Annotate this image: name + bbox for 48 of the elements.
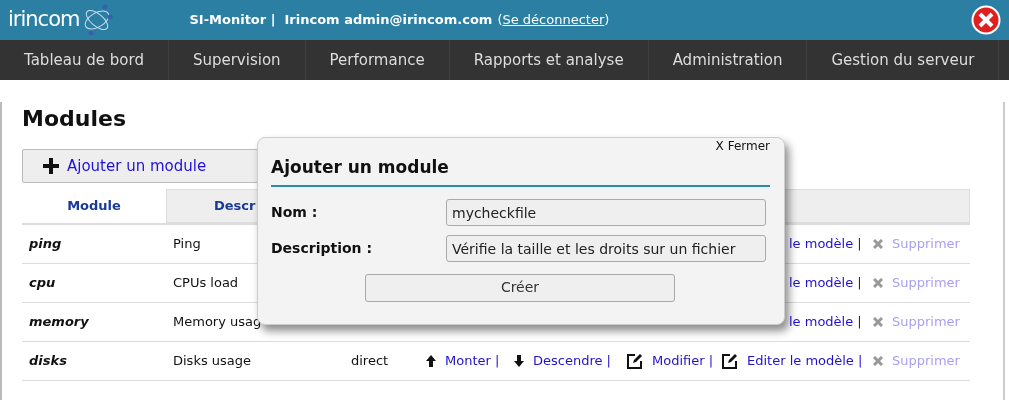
action-link[interactable]: le modèle | bbox=[789, 312, 862, 332]
action-link[interactable]: Editer le modèle | bbox=[747, 351, 863, 371]
column-label: Descr bbox=[214, 197, 256, 216]
text-input-field[interactable]: Vérifie la taille et les droits sur un fichier bbox=[446, 235, 766, 262]
module-name: memory bbox=[29, 314, 89, 330]
delete-icon bbox=[873, 278, 883, 288]
nav-item[interactable]: Administration bbox=[648, 40, 808, 80]
module-mode: direct bbox=[350, 352, 390, 371]
app-name: SI-Monitor | bbox=[189, 11, 276, 30]
action-link[interactable]: Descendre | bbox=[533, 351, 611, 371]
down-arrow-icon bbox=[514, 355, 524, 367]
create-button[interactable]: Créer bbox=[365, 273, 675, 302]
dialog-title: Ajouter un module bbox=[271, 155, 770, 187]
up-arrow-icon bbox=[426, 355, 436, 367]
module-description: Disks usage bbox=[173, 353, 252, 369]
module-name: ping bbox=[29, 236, 62, 252]
delete-icon bbox=[873, 356, 883, 366]
delete-icon bbox=[873, 317, 883, 327]
delete-icon bbox=[873, 239, 883, 249]
nav-item[interactable]: Rapports et analyse bbox=[449, 40, 649, 80]
close-dialog-link[interactable]: X Fermer bbox=[715, 137, 770, 155]
action-link[interactable]: le modèle | bbox=[789, 234, 862, 254]
logo-text: irincom bbox=[8, 6, 80, 34]
nav-item[interactable]: Gestion du serveur bbox=[807, 40, 1000, 80]
nav-item[interactable]: Supervision bbox=[168, 40, 306, 80]
action-link[interactable]: le modèle | bbox=[789, 273, 862, 293]
text-input-field[interactable]: mycheckfile bbox=[446, 199, 766, 226]
action-link[interactable]: Monter | bbox=[445, 351, 500, 371]
field-label: Description : bbox=[271, 239, 374, 258]
add-module-button[interactable]: Ajouter un module bbox=[22, 149, 258, 183]
module-description: CPUs load bbox=[173, 275, 239, 291]
field-label: Nom : bbox=[271, 203, 319, 222]
edit-icon bbox=[626, 352, 643, 370]
logout-text: (Se déconnecter) bbox=[497, 11, 610, 30]
module-description: Ping bbox=[173, 236, 201, 252]
module-name: cpu bbox=[29, 275, 56, 291]
logout-link[interactable]: Se déconnecter bbox=[502, 12, 605, 28]
nav-item[interactable]: Performance bbox=[305, 40, 450, 80]
user-info: Irincom admin@irincom.com bbox=[284, 11, 493, 30]
close-icon[interactable] bbox=[971, 5, 1001, 35]
action-link[interactable]: Modifier | bbox=[652, 351, 714, 371]
nav-item[interactable]: Tableau de bord bbox=[0, 40, 169, 80]
column-label: Module bbox=[67, 197, 121, 216]
plus-icon bbox=[43, 158, 59, 174]
module-description: Memory usag bbox=[173, 314, 262, 330]
page-title: Modules bbox=[22, 105, 127, 133]
module-name: disks bbox=[29, 353, 67, 369]
edit-icon bbox=[721, 352, 738, 370]
